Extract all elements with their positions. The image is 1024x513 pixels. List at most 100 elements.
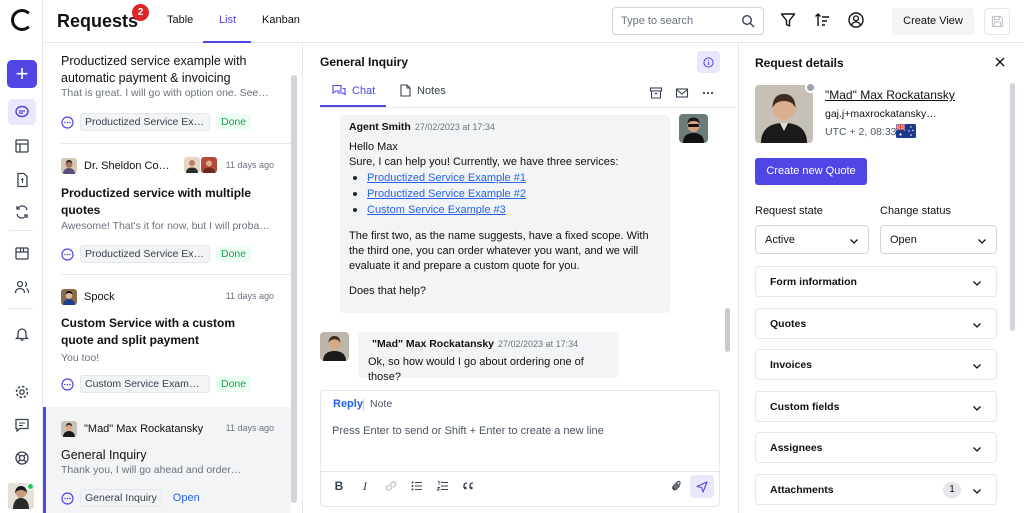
create-new-quote-button[interactable]: Create new Quote [755, 158, 867, 185]
message-input[interactable] [332, 425, 708, 451]
australia-flag-icon [896, 124, 916, 138]
status-badge: Done [216, 246, 252, 262]
status-badge: Done [216, 114, 252, 130]
left-rail: + [0, 0, 43, 513]
layout-nav-icon[interactable] [8, 133, 36, 159]
section-quotes[interactable]: Quotes [755, 308, 997, 339]
request-time: 11 days ago [225, 423, 274, 433]
service-link[interactable]: Custom Service Example #3 [367, 204, 506, 216]
help-lifebuoy-icon[interactable] [8, 445, 36, 471]
service-link[interactable]: Productized Service Example #2 [367, 188, 526, 200]
chevron-down-icon [973, 323, 981, 328]
tab-notes[interactable]: Notes [400, 84, 446, 97]
chat-panel: General Inquiry Chat Notes Agent Smith 27… [304, 43, 737, 513]
mail-icon[interactable] [675, 86, 689, 100]
chat-bubbles-icon [332, 84, 346, 96]
section-invoices[interactable]: Invoices [755, 349, 997, 380]
service-link[interactable]: Productized Service Example #1 [367, 172, 526, 184]
attachment-paperclip-icon[interactable] [670, 479, 684, 493]
new-request-button[interactable]: + [7, 60, 37, 88]
feedback-icon[interactable] [8, 412, 36, 438]
list-item[interactable]: Spock 11 days ago Custom Service with a … [43, 275, 291, 407]
online-status-dot [27, 483, 34, 490]
request-footer: Productized Service Exa… Done [61, 245, 252, 263]
chevron-down-icon [973, 489, 981, 494]
users-nav-icon[interactable] [8, 274, 36, 300]
customer-avatar [61, 158, 77, 174]
request-preview: Awesome! That's it for now, but I will p… [61, 220, 271, 232]
create-view-button[interactable]: Create View [892, 8, 974, 35]
customer-name-link[interactable]: "Mad" Max Rockatansky [825, 88, 955, 102]
user-circle-icon[interactable] [847, 11, 865, 29]
note-mode-tab[interactable]: Note [370, 398, 392, 410]
request-customer: Dr. Sheldon Co… [61, 158, 170, 174]
section-assignees[interactable]: Assignees [755, 432, 997, 463]
request-subject: General Inquiry [61, 448, 147, 462]
numbered-list-icon[interactable] [436, 479, 450, 493]
selected-indicator [43, 407, 46, 513]
note-document-icon [400, 84, 411, 97]
list-item[interactable]: Dr. Sheldon Co… 11 days ago Productized … [43, 144, 291, 275]
info-icon [703, 56, 714, 68]
customer-avatar [61, 289, 77, 305]
customer-profile-photo [755, 85, 813, 143]
logo-icon[interactable] [11, 9, 33, 31]
customer-timezone: UTC + 2, 08:33 [825, 126, 897, 138]
archive-icon[interactable] [649, 86, 663, 100]
list-scrollbar[interactable] [291, 75, 297, 503]
info-button[interactable] [697, 51, 720, 73]
sort-icon[interactable] [813, 11, 831, 29]
message-text: Sure, I can help you! Currently, we have… [349, 156, 619, 168]
message-author: Agent Smith 27/02/2023 at 17:34 [349, 121, 495, 133]
list-item[interactable]: Productized service example with automat… [43, 43, 291, 144]
request-customer: Spock [61, 289, 115, 305]
request-footer: General Inquiry Open [61, 489, 205, 507]
request-footer: Productized Service Exa… Done [61, 113, 252, 131]
send-button[interactable] [690, 475, 714, 498]
more-circle-icon [61, 115, 74, 129]
invoice-nav-icon[interactable] [8, 167, 36, 193]
section-form-information[interactable]: Form information [755, 266, 997, 297]
more-options-icon[interactable] [701, 86, 715, 100]
message-composer: Reply Note B I [320, 390, 720, 507]
tab-chat[interactable]: Chat [332, 84, 375, 97]
request-subject: Custom Service with a custom quote and s… [61, 316, 236, 347]
current-user-avatar[interactable] [8, 483, 34, 509]
requests-nav-icon[interactable] [8, 99, 36, 125]
chat-scrollbar[interactable] [725, 308, 730, 352]
subscriptions-nav-icon[interactable] [8, 199, 36, 225]
change-status-select[interactable]: Open [880, 225, 997, 254]
status-badge: Done [216, 376, 252, 392]
request-state-select[interactable]: Active [755, 225, 869, 254]
section-attachments[interactable]: Attachments 1 [755, 474, 997, 505]
details-scrollbar[interactable] [1010, 83, 1015, 331]
list-item-selected[interactable]: "Mad" Max Rockatansky 11 days ago Genera… [43, 407, 291, 513]
more-circle-icon [61, 377, 74, 391]
tab-kanban[interactable]: Kanban [262, 14, 300, 26]
request-list: Productized service example with automat… [43, 43, 303, 513]
bold-icon[interactable]: B [332, 479, 346, 493]
save-view-button[interactable] [984, 8, 1010, 35]
settings-gear-icon[interactable] [8, 379, 36, 405]
section-custom-fields[interactable]: Custom fields [755, 391, 997, 422]
italic-icon[interactable]: I [358, 479, 372, 493]
presence-indicator [805, 82, 816, 93]
filter-icon[interactable] [779, 11, 797, 29]
reply-mode-tab[interactable]: Reply [333, 398, 363, 410]
chevron-down-icon [973, 447, 981, 452]
store-nav-icon[interactable] [8, 240, 36, 266]
agent-avatar [679, 114, 708, 143]
tab-list[interactable]: List [219, 14, 236, 26]
tab-table[interactable]: Table [167, 14, 193, 26]
search-icon[interactable] [741, 14, 755, 28]
bullet-list-icon[interactable] [410, 479, 424, 493]
request-state-label: Request state [755, 205, 823, 217]
message-text: The first two, as the name suggests, hav… [349, 230, 649, 272]
notifications-bell-icon[interactable] [8, 321, 36, 347]
link-icon[interactable] [384, 479, 398, 493]
message-text: Hello Max [349, 141, 398, 153]
search-input[interactable] [621, 8, 741, 34]
close-icon[interactable] [994, 56, 1006, 68]
request-customer: "Mad" Max Rockatansky [61, 421, 203, 437]
quote-icon[interactable] [462, 479, 476, 493]
